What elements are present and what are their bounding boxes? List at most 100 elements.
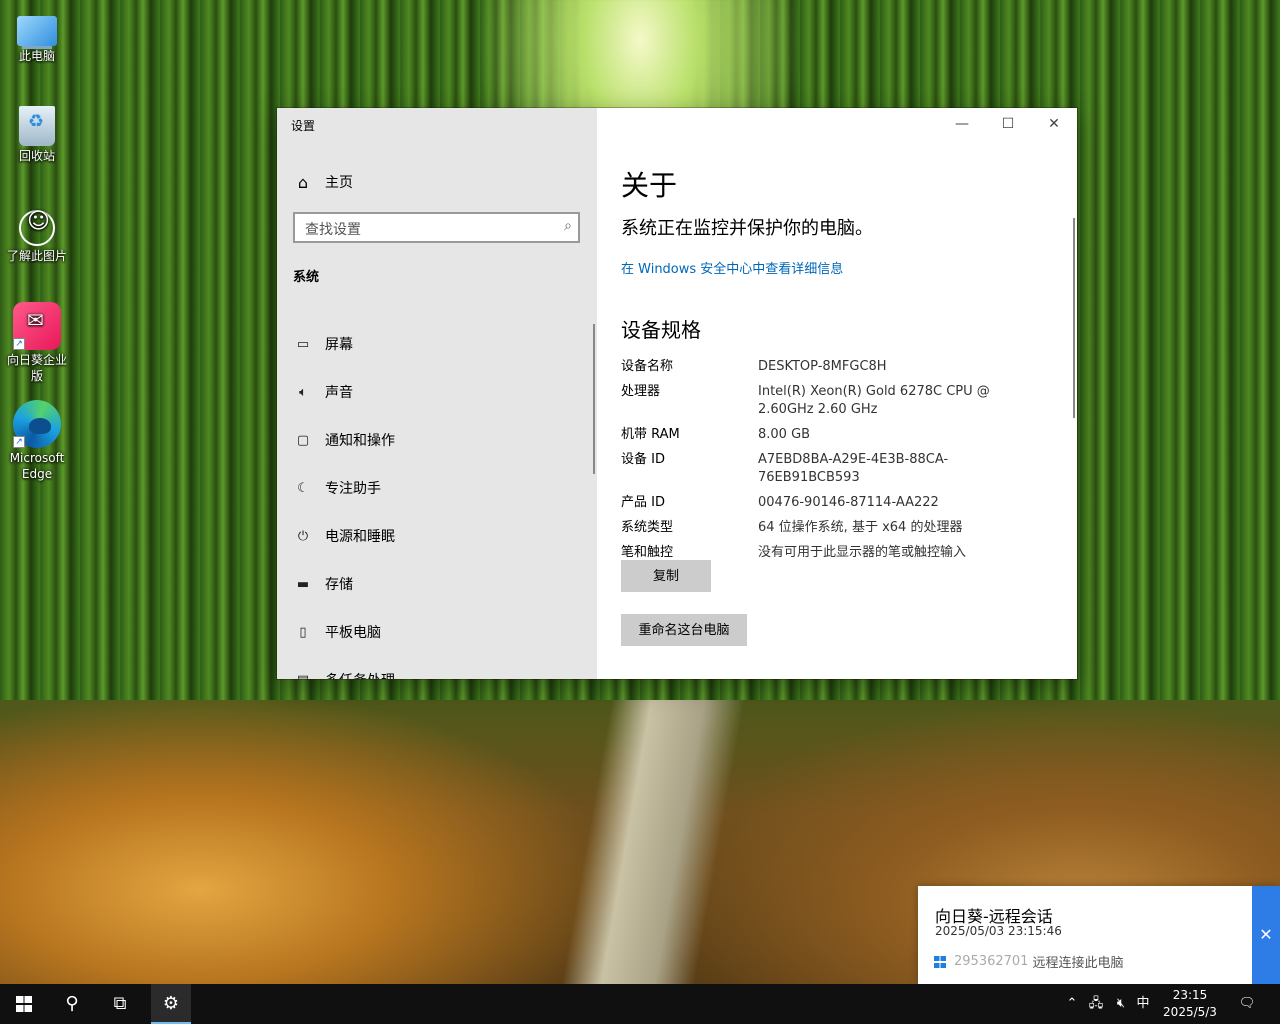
device-specs-table: 设备名称 DESKTOP-8MFGC8H 处理器 Intel(R) Xeon(R) … xyxy=(621,358,1061,569)
nav-item-label: 专注助手 xyxy=(325,481,381,497)
desktop-icon-edge[interactable]: ↗ Microsoft Edge xyxy=(4,400,70,482)
chevron-up-icon: ⌃ xyxy=(1066,996,1078,1011)
desktop-icon-label: 此电脑 xyxy=(18,49,55,63)
nav-item-sound[interactable]: 🔈︎ 声音 xyxy=(293,368,583,416)
task-view-button[interactable]: ⧉ xyxy=(96,984,144,1024)
monitor-icon: ▭ xyxy=(296,336,310,352)
nav-item-label: 存储 xyxy=(325,577,353,593)
multitask-icon: ▤ xyxy=(293,673,313,680)
nav-item-label: 电源和睡眠 xyxy=(325,529,395,545)
nav-item-label: 平板电脑 xyxy=(325,625,381,641)
start-button[interactable] xyxy=(0,984,48,1024)
about-panel: — ☐ ✕ 关于 系统正在监控并保护你的电脑。 在 Windows 安全中心中查… xyxy=(597,108,1077,679)
tray-overflow-button[interactable]: ⌃ xyxy=(1062,984,1082,1024)
nav-item-power-sleep[interactable]: ⏻ 电源和睡眠 xyxy=(293,512,583,560)
notification-icon: 🗨︎ xyxy=(1238,996,1256,1011)
desktop-icon-sunlogin[interactable]: ↗ 向日葵企业版 xyxy=(4,302,70,384)
notification-id: 295362701 xyxy=(954,954,1029,969)
moon-icon: ☾ xyxy=(297,480,309,496)
computer-icon xyxy=(17,16,57,46)
notification-close-button[interactable]: ✕ xyxy=(1252,886,1280,984)
notification-message-line: 295362701 远程连接此电脑 xyxy=(934,952,1123,971)
nav-item-storage[interactable]: ▬ 存储 xyxy=(293,560,583,608)
taskbar-settings-app[interactable]: ⚙ xyxy=(151,984,191,1024)
spec-row-system-type: 系统类型 64 位操作系统, 基于 x64 的处理器 xyxy=(621,519,1061,537)
nav-item-notifications[interactable]: ▢ 通知和操作 xyxy=(293,416,583,464)
spec-row-product-id: 产品 ID 00476-90146-87114-AA222 xyxy=(621,494,1061,512)
action-center-button[interactable]: 🗨︎ xyxy=(1232,984,1262,1024)
spec-value: 没有可用于此显示器的笔或触控输入 xyxy=(758,545,967,560)
gear-icon: ⚙ xyxy=(162,993,180,1014)
desktop-icon-label: Microsoft Edge xyxy=(9,451,65,481)
spec-row-device-id: 设备 ID A7EBD8BA-A29E-4E3B-88CA-76EB91BCB59… xyxy=(621,451,1061,487)
spec-key: 设备 ID xyxy=(621,452,665,467)
spec-key: 机带 RAM xyxy=(621,427,680,442)
security-center-link[interactable]: 在 Windows 安全中心中查看详细信息 xyxy=(621,258,843,277)
spec-key: 设备名称 xyxy=(621,359,674,374)
page-title: 关于 xyxy=(621,169,678,202)
home-icon: ⌂ xyxy=(297,172,309,192)
shortcut-arrow-icon: ↗ xyxy=(13,338,25,350)
search-input[interactable]: 查找设置 ⌕ xyxy=(293,212,580,243)
nav-item-tablet[interactable]: ▯ 平板电脑 xyxy=(293,608,583,656)
spec-value: DESKTOP-8MFGC8H xyxy=(758,359,887,374)
speaker-icon: 🔈︎ xyxy=(299,384,307,400)
spec-value: 64 位操作系统, 基于 x64 的处理器 xyxy=(758,520,963,535)
spec-value: 8.00 GB xyxy=(758,427,811,442)
nav-item-multitasking[interactable]: ▤ 多任务处理 xyxy=(293,656,583,680)
spec-value: 00476-90146-87114-AA222 xyxy=(758,495,939,510)
settings-sidebar: 设置 ⌂ 主页 查找设置 ⌕ 系统 ▭ 屏幕 🔈︎ 声音 ▢ 通知和操作 ☾ 专注助手 … xyxy=(277,108,597,679)
nav-home-label: 主页 xyxy=(325,175,353,191)
recycle-bin-icon xyxy=(19,106,55,146)
ime-indicator[interactable]: 中 xyxy=(1132,984,1154,1024)
camera-info-icon xyxy=(19,210,55,246)
search-button[interactable]: ⚲ xyxy=(48,984,96,1024)
search-icon: ⚲ xyxy=(65,993,79,1014)
copy-button[interactable]: 复制 xyxy=(621,560,711,592)
spec-row-device-name: 设备名称 DESKTOP-8MFGC8H xyxy=(621,358,1061,376)
desktop-icon-learn-about-picture[interactable]: 了解此图片 xyxy=(4,204,70,264)
desktop-icon-label: 了解此图片 xyxy=(6,249,67,263)
window-title: 设置 xyxy=(291,119,316,133)
maximize-button[interactable]: ☐ xyxy=(985,108,1031,140)
main-scrollbar[interactable] xyxy=(1073,218,1075,418)
device-specs-title: 设备规格 xyxy=(621,318,701,342)
volume-button[interactable]: 🔇︎ xyxy=(1110,984,1132,1024)
settings-window: 设置 ⌂ 主页 查找设置 ⌕ 系统 ▭ 屏幕 🔈︎ 声音 ▢ 通知和操作 ☾ 专注助手 … xyxy=(277,108,1077,679)
desktop-icon-label: 向日葵企业版 xyxy=(6,353,67,383)
search-icon: ⌕ xyxy=(564,218,572,234)
nav-home[interactable]: ⌂ 主页 xyxy=(293,172,353,192)
protection-status: 系统正在监控并保护你的电脑。 xyxy=(621,218,873,239)
sunlogin-icon: ↗ xyxy=(13,302,61,350)
nav-item-display[interactable]: ▭ 屏幕 xyxy=(293,320,583,368)
nav-list: ▭ 屏幕 🔈︎ 声音 ▢ 通知和操作 ☾ 专注助手 ⏻ 电源和睡眠 ▬ 存储 ▯ 平板电脑 ▤… xyxy=(293,320,583,680)
nav-item-label: 声音 xyxy=(325,385,353,401)
minimize-button[interactable]: — xyxy=(939,108,985,140)
desktop-icon-label: 回收站 xyxy=(18,149,55,163)
spec-row-processor: 处理器 Intel(R) Xeon(R) Gold 6278C CPU @ 2.6… xyxy=(621,383,1061,419)
search-placeholder: 查找设置 xyxy=(305,222,361,238)
spec-key: 产品 ID xyxy=(621,495,665,510)
network-button[interactable]: 🖧︎ xyxy=(1086,984,1106,1024)
rename-pc-button[interactable]: 重命名这台电脑 xyxy=(621,614,747,646)
sidebar-scrollbar[interactable] xyxy=(593,324,595,474)
notification-time: 2025/05/03 23:15:46 xyxy=(935,924,1062,938)
clock-date: 2025/5/3 xyxy=(1163,1005,1217,1019)
speaker-muted-icon: 🔇︎ xyxy=(1116,996,1126,1011)
desktop-icon-recycle-bin[interactable]: 回收站 xyxy=(4,106,70,164)
taskbar: ⚲ ⧉ ⚙ ⌃ 🖧︎ 🔇︎ 中 23:15 2025/5/3 🗨︎ xyxy=(0,984,1280,1024)
spec-row-ram: 机带 RAM 8.00 GB xyxy=(621,426,1061,444)
tablet-icon: ▯ xyxy=(299,624,307,640)
notification-toast[interactable]: 向日葵-远程会话 2025/05/03 23:15:46 295362701 远… xyxy=(918,886,1280,984)
taskbar-clock[interactable]: 23:15 2025/5/3 xyxy=(1160,987,1220,1021)
nav-item-focus-assist[interactable]: ☾ 专注助手 xyxy=(293,464,583,512)
nav-item-label: 屏幕 xyxy=(325,337,353,353)
network-icon: 🖧︎ xyxy=(1088,996,1104,1011)
power-icon: ⏻ xyxy=(297,528,309,544)
spec-value: Intel(R) Xeon(R) Gold 6278C CPU @ 2.60GH… xyxy=(758,384,990,417)
close-button[interactable]: ✕ xyxy=(1031,108,1077,140)
windows-logo-icon xyxy=(16,996,32,1012)
nav-item-label: 多任务处理 xyxy=(325,670,395,679)
section-label-system: 系统 xyxy=(293,270,320,285)
desktop-icon-this-pc[interactable]: 此电脑 xyxy=(4,8,70,64)
